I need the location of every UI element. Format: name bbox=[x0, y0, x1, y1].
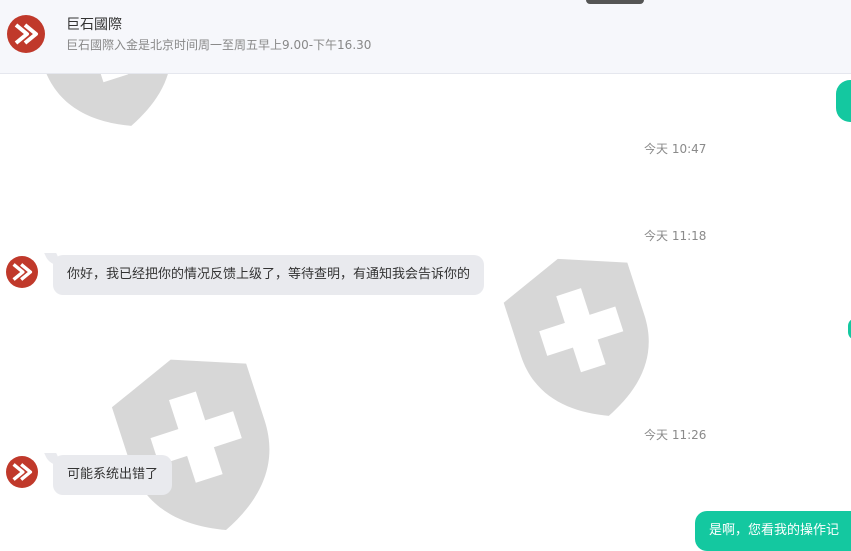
top-edge-tab[interactable] bbox=[586, 0, 644, 4]
shield-watermark-icon bbox=[111, 359, 270, 531]
brand-logo-icon bbox=[14, 23, 38, 45]
timestamp: 今天 11:18 bbox=[644, 229, 707, 243]
outgoing-message[interactable]: 是啊，您看我的操作记 bbox=[695, 511, 851, 551]
incoming-message[interactable]: 可能系统出错了 bbox=[53, 455, 173, 495]
incoming-message[interactable]: 你好，我已经把你的情况反馈上级了，等待查明，有通知我会告诉你的 bbox=[53, 255, 485, 295]
timestamp: 今天 11:26 bbox=[644, 428, 707, 442]
chat-header: 巨石國際 巨石國際入金是北京时间周一至周五早上9.00-下午16.30 bbox=[0, 0, 851, 74]
avatar[interactable] bbox=[7, 15, 45, 53]
shield-watermark-icon bbox=[503, 258, 649, 416]
timestamp: 今天 10:47 bbox=[644, 142, 707, 156]
avatar[interactable] bbox=[6, 456, 38, 488]
avatar[interactable] bbox=[6, 256, 38, 288]
contact-name: 巨石國際 bbox=[66, 17, 122, 33]
outgoing-bubble-partial bbox=[836, 80, 851, 122]
brand-logo-icon bbox=[12, 263, 33, 281]
contact-subtitle: 巨石國際入金是北京时间周一至周五早上9.00-下午16.30 bbox=[66, 38, 372, 52]
brand-logo-icon bbox=[12, 463, 33, 481]
